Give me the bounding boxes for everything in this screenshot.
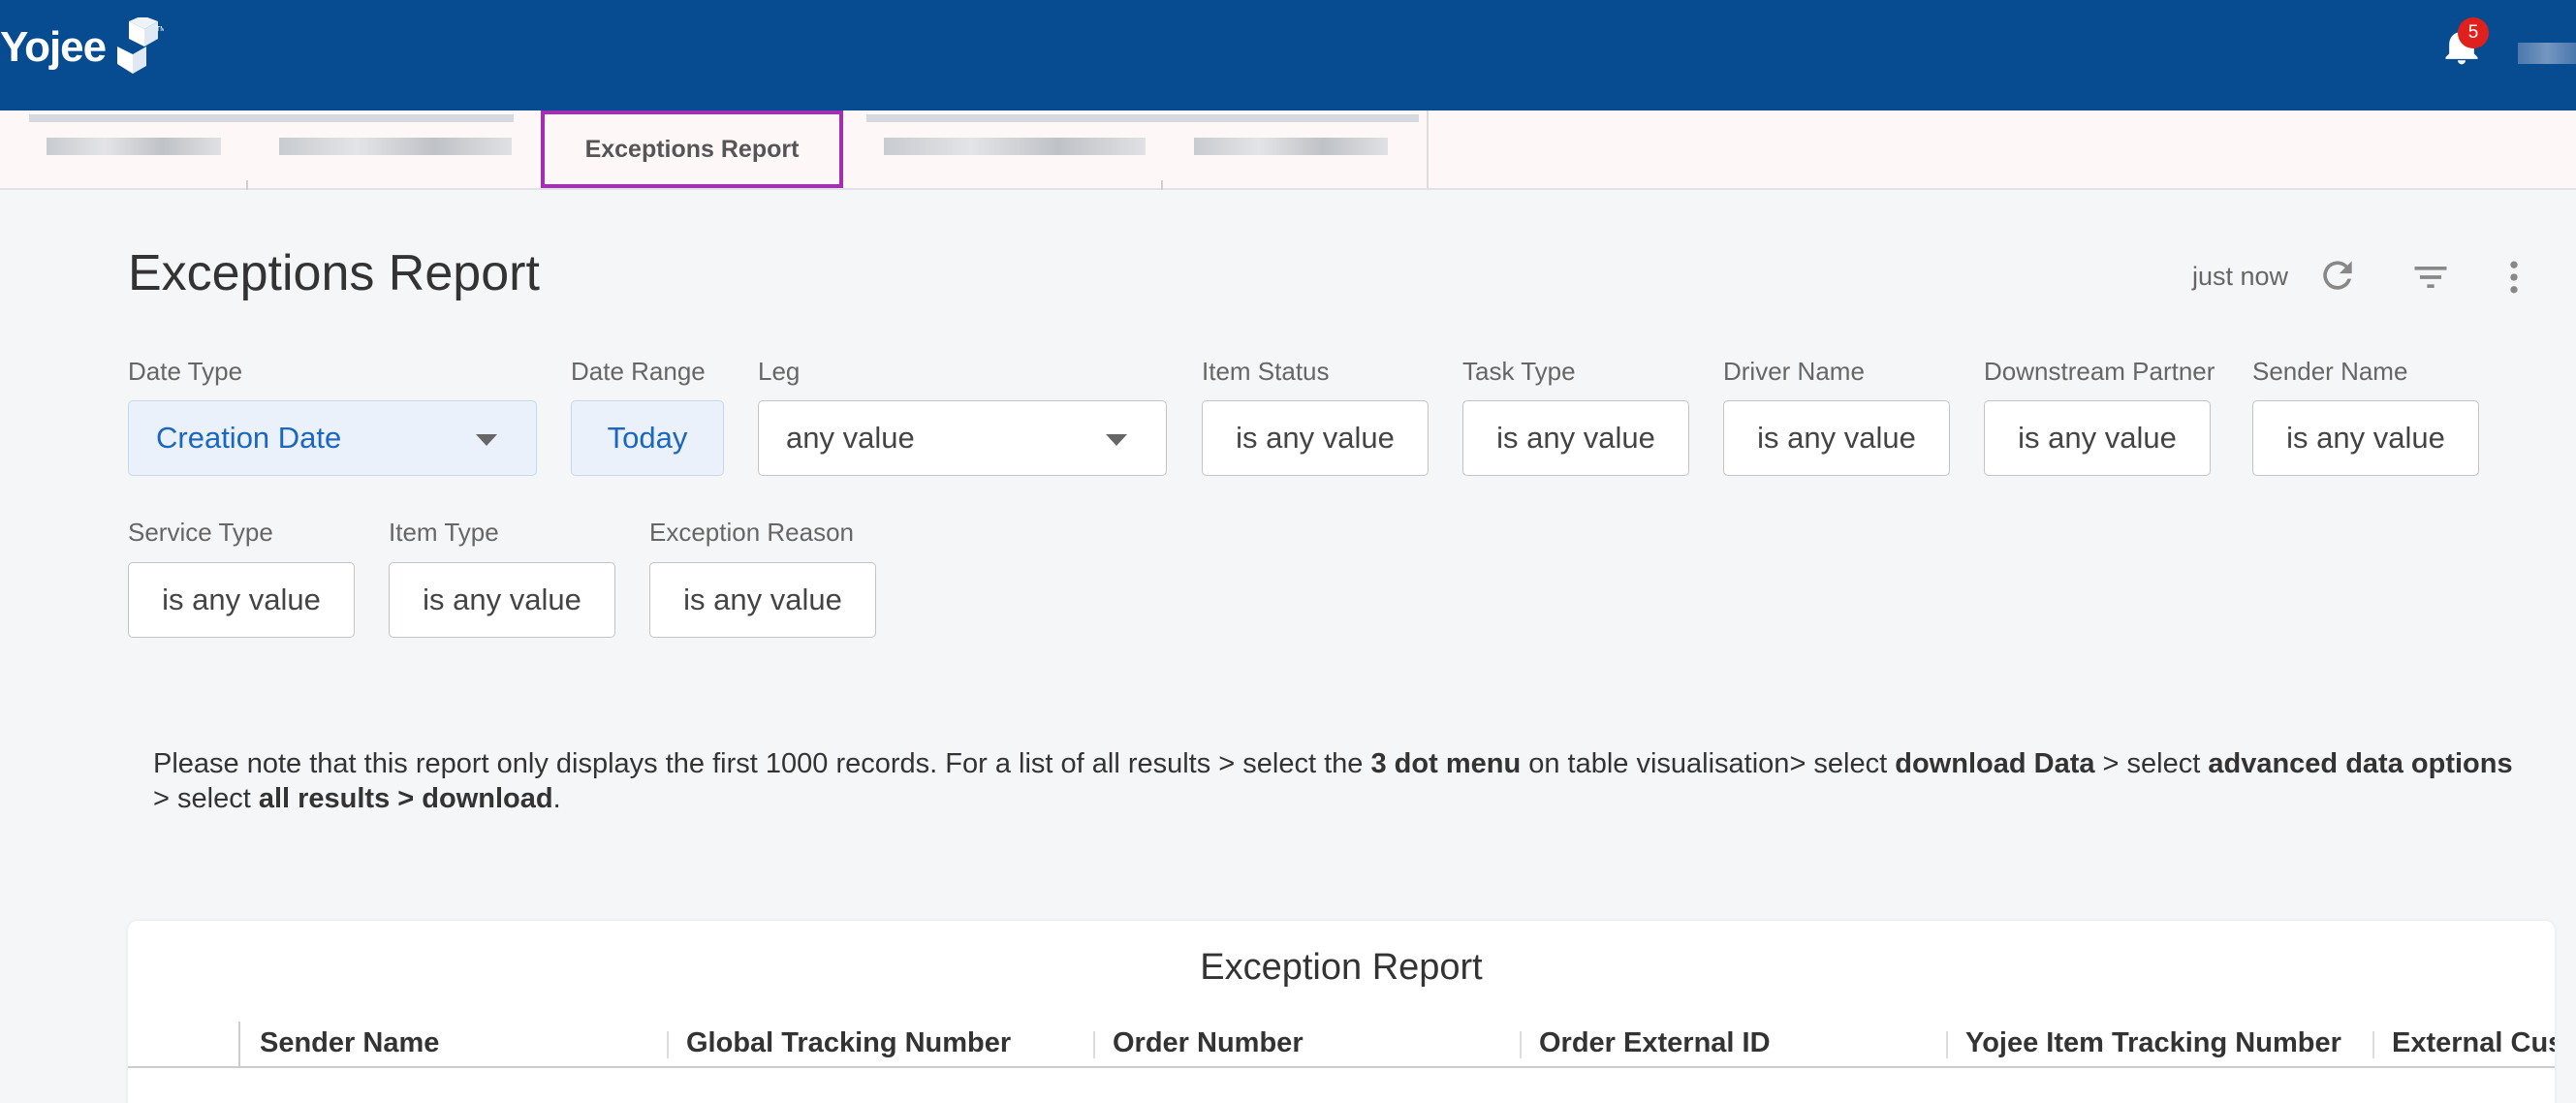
column-header-yojee-item-tracking-number[interactable]: Yojee Item Tracking Number	[1965, 1018, 2341, 1066]
chevron-down-icon	[476, 434, 497, 446]
page-title: Exceptions Report	[128, 245, 540, 301]
column-header-order-external-id[interactable]: Order External ID	[1539, 1018, 1771, 1066]
sender-name-value: is any value	[2286, 421, 2445, 455]
filter-label-downstream-partner: Downstream Partner	[1984, 357, 2215, 386]
more-options-icon[interactable]	[2493, 256, 2535, 299]
task-type-filter[interactable]: is any value	[1462, 400, 1689, 476]
date-range-button[interactable]: Today	[571, 400, 724, 476]
filter-label-item-type: Item Type	[389, 518, 499, 547]
column-divider	[667, 1031, 669, 1058]
filter-label-leg: Leg	[758, 357, 801, 386]
column-divider	[2372, 1031, 2374, 1058]
service-type-value: is any value	[162, 583, 321, 616]
refresh-icon[interactable]	[2316, 254, 2359, 297]
column-divider	[238, 1022, 240, 1066]
tab-redacted-1[interactable]	[19, 110, 523, 188]
driver-name-value: is any value	[1757, 421, 1916, 455]
dashboard-tabs	[0, 110, 2576, 190]
exception-report-table: Exception Report Sender Name Global Trac…	[128, 921, 2555, 1103]
filter-label-service-type: Service Type	[128, 518, 273, 547]
tab-divider	[1427, 110, 1429, 188]
leg-select[interactable]: any value	[758, 400, 1167, 476]
leg-value: any value	[786, 421, 915, 455]
filter-icon[interactable]	[2409, 256, 2452, 299]
filter-label-date-type: Date Type	[128, 357, 243, 386]
exception-reason-value: is any value	[683, 583, 842, 616]
date-type-value: Creation Date	[156, 421, 342, 455]
item-status-filter[interactable]: is any value	[1202, 400, 1429, 476]
table-header: Sender Name Global Tracking Number Order…	[128, 1018, 2555, 1068]
filter-label-driver-name: Driver Name	[1723, 357, 1865, 386]
item-type-filter[interactable]: is any value	[389, 562, 615, 638]
svg-text:TM: TM	[156, 26, 164, 33]
notification-badge: 5	[2458, 17, 2489, 48]
tab-redacted-2[interactable]	[857, 110, 1429, 188]
column-header-order-number[interactable]: Order Number	[1113, 1018, 1304, 1066]
sender-name-filter[interactable]: is any value	[2252, 400, 2479, 476]
column-header-sender-name[interactable]: Sender Name	[260, 1018, 439, 1066]
filter-label-date-range: Date Range	[571, 357, 706, 386]
filter-label-sender-name: Sender Name	[2252, 357, 2408, 386]
records-limit-note: Please note that this report only displa…	[153, 748, 2513, 814]
filter-label-exception-reason: Exception Reason	[649, 518, 855, 547]
date-range-value: Today	[607, 421, 688, 455]
yojee-logo[interactable]: Yojee TM	[0, 14, 164, 81]
top-app-bar: Yojee TM 5	[0, 0, 2576, 110]
driver-name-filter[interactable]: is any value	[1723, 400, 1950, 476]
chevron-down-icon	[1106, 434, 1127, 446]
date-type-select[interactable]: Creation Date	[128, 400, 537, 476]
tab-divider	[1161, 180, 1163, 190]
user-menu[interactable]	[2518, 43, 2576, 64]
column-divider	[1093, 1031, 1095, 1058]
filter-label-item-status: Item Status	[1202, 357, 1330, 386]
tab-divider	[246, 180, 248, 190]
item-status-value: is any value	[1236, 421, 1395, 455]
exception-reason-filter[interactable]: is any value	[649, 562, 876, 638]
column-divider	[1946, 1031, 1948, 1058]
item-type-value: is any value	[423, 583, 581, 616]
tab-exceptions-report[interactable]: Exceptions Report	[541, 110, 843, 188]
column-header-global-tracking-number[interactable]: Global Tracking Number	[686, 1018, 1011, 1066]
logo-text: Yojee	[0, 23, 107, 71]
column-header-external-customer[interactable]: External Cus	[2392, 1018, 2555, 1066]
downstream-partner-value: is any value	[2018, 421, 2177, 455]
filter-label-task-type: Task Type	[1462, 357, 1576, 386]
last-updated-text: just now	[2192, 262, 2289, 291]
service-type-filter[interactable]: is any value	[128, 562, 355, 638]
table-title: Exception Report	[1200, 947, 1483, 988]
logo-mark-icon: TM	[117, 17, 164, 74]
downstream-partner-filter[interactable]: is any value	[1984, 400, 2211, 476]
task-type-value: is any value	[1496, 421, 1655, 455]
column-divider	[1520, 1031, 1522, 1058]
